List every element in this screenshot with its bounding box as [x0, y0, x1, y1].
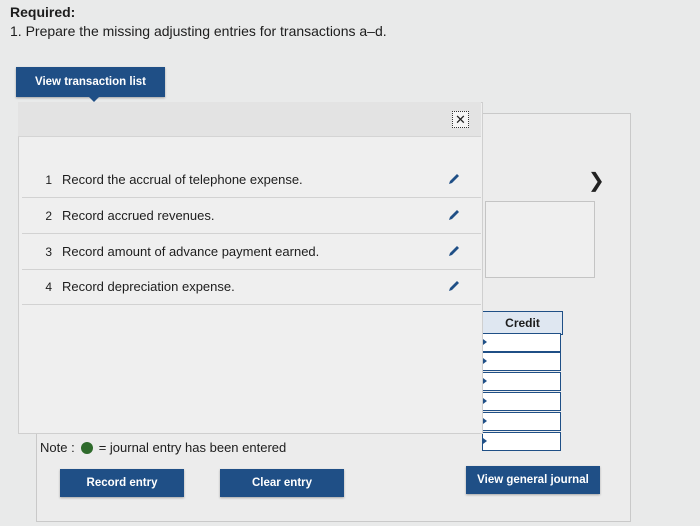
view-general-journal-button[interactable]: View general journal: [466, 466, 600, 494]
transaction-row: 3 Record amount of advance payment earne…: [22, 234, 481, 270]
transaction-number: 3: [45, 244, 52, 259]
credit-input[interactable]: [482, 333, 561, 352]
transaction-row: 4 Record depreciation expense.: [22, 269, 481, 305]
requirement-text: 1. Prepare the missing adjusting entries…: [10, 23, 387, 39]
credit-input[interactable]: [482, 432, 561, 451]
entered-dot-icon: [80, 441, 93, 454]
transaction-description: Record the accrual of telephone expense.: [62, 172, 303, 187]
note-text: = journal entry has been entered: [98, 440, 287, 455]
credit-input[interactable]: [482, 412, 561, 431]
clear-entry-button[interactable]: Clear entry: [220, 469, 344, 497]
transaction-list-header: [18, 102, 481, 137]
credit-input[interactable]: [482, 372, 561, 391]
pencil-icon[interactable]: [447, 208, 461, 225]
transaction-description: Record amount of advance payment earned.: [62, 244, 320, 259]
pencil-icon[interactable]: [447, 279, 461, 296]
credit-input[interactable]: [482, 352, 561, 371]
transaction-description: Record depreciation expense.: [62, 279, 235, 294]
transaction-number: 1: [45, 172, 52, 187]
required-label: Required:: [10, 4, 76, 20]
transaction-row: 2 Record accrued revenues.: [22, 198, 481, 234]
pencil-icon[interactable]: [447, 244, 461, 261]
close-icon[interactable]: ✕: [452, 111, 469, 128]
transaction-row: 1 Record the accrual of telephone expens…: [22, 162, 481, 198]
entry-note: Note : = journal entry has been entered: [40, 440, 286, 455]
record-entry-button[interactable]: Record entry: [60, 469, 184, 497]
pencil-icon[interactable]: [447, 172, 461, 189]
note-prefix: Note :: [40, 440, 75, 455]
transaction-description: Record accrued revenues.: [62, 208, 215, 223]
journal-side-panel: [485, 201, 595, 278]
credit-column-header: Credit: [482, 311, 563, 335]
view-transaction-list-button[interactable]: View transaction list: [16, 67, 165, 97]
transaction-number: 4: [45, 279, 52, 294]
transaction-number: 2: [45, 208, 52, 223]
chevron-right-icon[interactable]: ❯: [588, 168, 605, 193]
credit-input[interactable]: [482, 392, 561, 411]
